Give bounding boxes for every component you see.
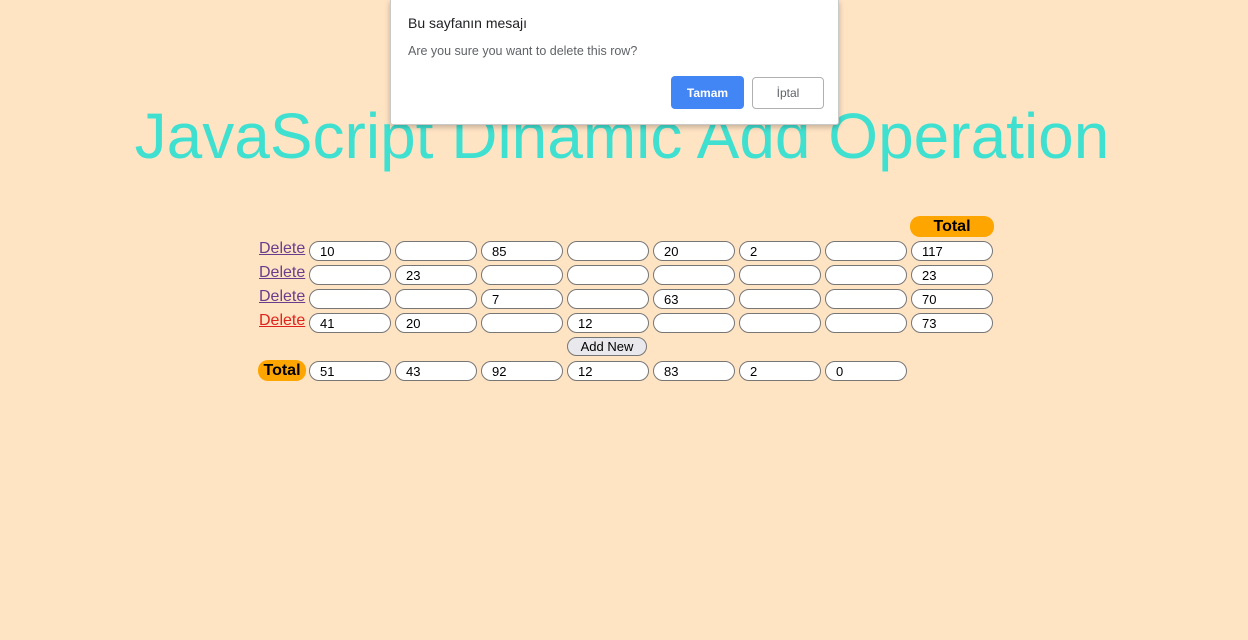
page: JavaScript Dinamic Add Operation Total D… (0, 0, 1248, 640)
row-cell[interactable] (653, 313, 735, 333)
row-cell[interactable] (739, 289, 821, 309)
confirm-dialog: Bu sayfanın mesajı Are you sure you want… (390, 0, 839, 125)
row-total-cell[interactable] (911, 241, 993, 261)
column-total-cell[interactable] (825, 361, 907, 381)
add-new-button[interactable]: Add New (567, 337, 647, 356)
delete-row-link[interactable]: Delete (259, 311, 305, 331)
column-total-cell[interactable] (395, 361, 477, 381)
row-cell[interactable] (481, 289, 563, 309)
row-cell[interactable] (481, 313, 563, 333)
row-total-cell[interactable] (911, 265, 993, 285)
row-cell[interactable] (395, 241, 477, 261)
delete-row-link[interactable]: Delete (259, 263, 305, 283)
delete-row-link[interactable]: Delete (259, 239, 305, 259)
totals-row-label: Total (258, 360, 306, 381)
row-cell[interactable] (825, 313, 907, 333)
row-cell[interactable] (309, 313, 391, 333)
row-cell[interactable] (567, 313, 649, 333)
dialog-message: Are you sure you want to delete this row… (408, 44, 638, 58)
row-cell[interactable] (653, 241, 735, 261)
row-cell[interactable] (739, 265, 821, 285)
dialog-title: Bu sayfanın mesajı (408, 15, 528, 31)
row-total-cell[interactable] (911, 289, 993, 309)
row-cell[interactable] (825, 265, 907, 285)
row-cell[interactable] (309, 241, 391, 261)
row-cell[interactable] (653, 265, 735, 285)
column-total-cell[interactable] (653, 361, 735, 381)
ok-button[interactable]: Tamam (671, 76, 744, 109)
row-cell[interactable] (653, 289, 735, 309)
row-cell[interactable] (825, 241, 907, 261)
row-cell[interactable] (395, 289, 477, 309)
row-cell[interactable] (481, 241, 563, 261)
column-total-cell[interactable] (567, 361, 649, 381)
row-cell[interactable] (395, 313, 477, 333)
row-cell[interactable] (567, 265, 649, 285)
row-cell[interactable] (739, 241, 821, 261)
row-cell[interactable] (309, 289, 391, 309)
row-cell[interactable] (739, 313, 821, 333)
row-cell[interactable] (481, 265, 563, 285)
column-total-cell[interactable] (309, 361, 391, 381)
column-total-cell[interactable] (481, 361, 563, 381)
cancel-button[interactable]: İptal (752, 77, 824, 109)
row-cell[interactable] (395, 265, 477, 285)
row-cell[interactable] (567, 289, 649, 309)
row-cell[interactable] (567, 241, 649, 261)
row-cell[interactable] (825, 289, 907, 309)
total-column-header: Total (910, 216, 994, 237)
row-total-cell[interactable] (911, 313, 993, 333)
row-cell[interactable] (309, 265, 391, 285)
delete-row-link[interactable]: Delete (259, 287, 305, 307)
column-total-cell[interactable] (739, 361, 821, 381)
